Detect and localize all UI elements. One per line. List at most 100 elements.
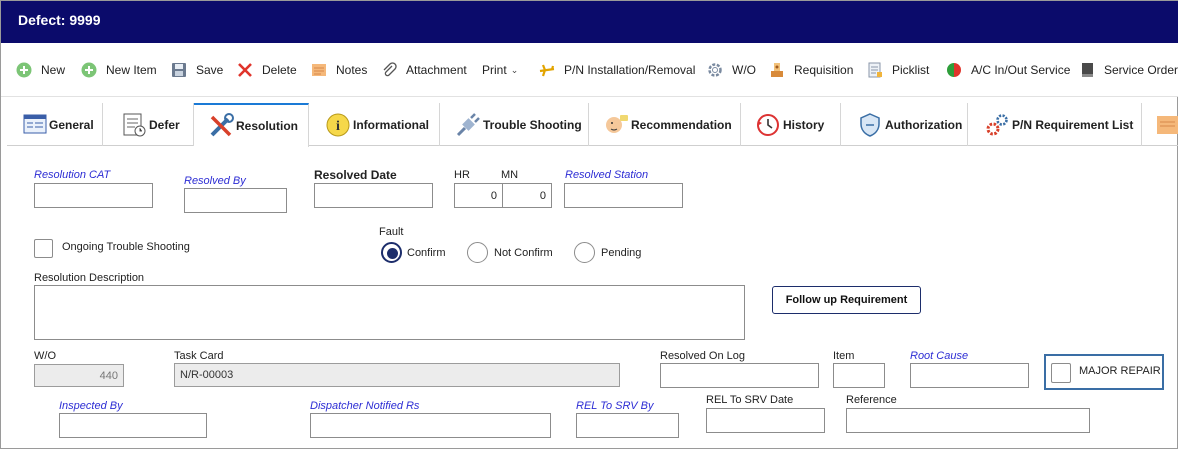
new-item-label: New Item bbox=[106, 63, 157, 77]
gears-icon bbox=[984, 112, 1010, 138]
new-button[interactable]: New bbox=[16, 61, 65, 79]
print-label: Print bbox=[482, 63, 507, 77]
notes-button[interactable]: Notes bbox=[311, 61, 367, 79]
tab-recommendation[interactable]: Recommendation bbox=[589, 103, 741, 146]
pn-installation-label: P/N Installation/Removal bbox=[564, 63, 696, 77]
tab-pn-requirement[interactable]: P/N Requirement List bbox=[968, 103, 1142, 146]
new-item-button[interactable]: New Item bbox=[81, 61, 157, 79]
picklist-icon bbox=[867, 62, 883, 78]
tab-defer[interactable]: Defer bbox=[103, 103, 194, 146]
inspected-by-input[interactable] bbox=[59, 413, 207, 438]
follow-up-requirement-button[interactable]: Follow up Requirement bbox=[772, 286, 921, 314]
plus-circle-icon bbox=[81, 62, 97, 78]
general-form-icon bbox=[23, 112, 47, 138]
picklist-button[interactable]: Picklist bbox=[867, 61, 929, 79]
resolution-cat-label: Resolution CAT bbox=[34, 169, 111, 181]
dispatcher-notified-input[interactable] bbox=[310, 413, 551, 438]
defer-clock-icon bbox=[123, 112, 147, 138]
defect-window: Defect: 9999 New New Item Save Delete No… bbox=[0, 0, 1178, 449]
resolved-date-input[interactable] bbox=[314, 183, 433, 208]
gear-icon bbox=[707, 62, 723, 78]
recommendation-icon bbox=[603, 112, 629, 138]
attachment-button[interactable]: Attachment bbox=[381, 61, 467, 79]
requisition-label: Requisition bbox=[794, 63, 854, 77]
fault-confirm-radio[interactable] bbox=[381, 242, 402, 263]
tab-authorization-label: Authorization bbox=[885, 117, 963, 132]
tab-resolution[interactable]: Resolution bbox=[194, 103, 309, 147]
new-label: New bbox=[41, 63, 66, 77]
tab-history-label: History bbox=[783, 117, 825, 132]
window-title: Defect: 9999 bbox=[1, 1, 1178, 43]
resolution-description-textarea[interactable] bbox=[34, 285, 745, 340]
ac-service-icon bbox=[946, 62, 962, 78]
requisition-button[interactable]: Requisition bbox=[769, 61, 853, 79]
tab-defer-label: Defer bbox=[149, 117, 180, 132]
tab-informational[interactable]: i Informational bbox=[309, 103, 440, 146]
item-input[interactable] bbox=[833, 363, 885, 388]
resolved-on-log-label: Resolved On Log bbox=[660, 350, 745, 362]
mn-input[interactable]: 0 bbox=[502, 183, 552, 208]
item-label: Item bbox=[833, 350, 855, 362]
fault-not-confirm-label: Not Confirm bbox=[494, 247, 553, 259]
tab-authorization[interactable]: Authorization bbox=[841, 103, 968, 146]
pn-installation-button[interactable]: P/N Installation/Removal bbox=[539, 61, 695, 79]
ongoing-trouble-checkbox[interactable] bbox=[34, 239, 53, 258]
ac-inout-button[interactable]: A/C In/Out Service bbox=[946, 61, 1070, 79]
task-card-input: N/R-00003 bbox=[174, 363, 620, 387]
reference-label: Reference bbox=[846, 394, 897, 406]
fault-confirm-label: Confirm bbox=[407, 247, 446, 259]
resolution-cat-input[interactable] bbox=[34, 183, 153, 208]
airplane-icon bbox=[539, 62, 555, 78]
wo-button[interactable]: W/O bbox=[707, 61, 756, 79]
rel-to-srv-date-input[interactable] bbox=[706, 408, 825, 433]
fault-label: Fault bbox=[379, 226, 404, 238]
save-button[interactable]: Save bbox=[171, 61, 223, 79]
rel-to-srv-by-input[interactable] bbox=[576, 413, 679, 438]
wo-field-input: 440 bbox=[34, 364, 124, 387]
chevron-down-icon: ⌄ bbox=[510, 64, 519, 75]
major-repair-checkbox[interactable] bbox=[1051, 363, 1071, 383]
notes-icon bbox=[311, 62, 327, 78]
tab-overflow[interactable] bbox=[1142, 103, 1178, 146]
fault-pending-radio[interactable] bbox=[574, 242, 595, 263]
task-card-label: Task Card bbox=[174, 350, 224, 362]
rel-to-srv-by-label: REL To SRV By bbox=[576, 400, 654, 412]
ac-inout-label: A/C In/Out Service bbox=[971, 63, 1071, 77]
mn-label: MN bbox=[501, 169, 519, 181]
delete-button[interactable]: Delete bbox=[237, 61, 297, 79]
attachment-label: Attachment bbox=[406, 63, 467, 77]
print-dropdown[interactable]: Print ⌄ bbox=[482, 61, 518, 79]
hr-label: HR bbox=[454, 169, 470, 181]
resolved-station-input[interactable] bbox=[564, 183, 683, 208]
requisition-icon bbox=[769, 62, 785, 78]
resolved-station-label: Resolved Station bbox=[565, 169, 649, 181]
resolved-on-log-input[interactable] bbox=[660, 363, 819, 388]
tab-strip: General Defer Resolution i Informational… bbox=[7, 103, 1178, 147]
ongoing-trouble-label: Ongoing Trouble Shooting bbox=[62, 241, 190, 253]
reference-input[interactable] bbox=[846, 408, 1090, 433]
major-repair-label: MAJOR REPAIR bbox=[1079, 365, 1161, 377]
root-cause-input[interactable] bbox=[910, 363, 1029, 388]
resolved-by-input[interactable] bbox=[184, 188, 287, 213]
floppy-disk-icon bbox=[171, 62, 187, 78]
plus-circle-icon bbox=[16, 62, 32, 78]
book-icon bbox=[1079, 62, 1095, 78]
service-order-button[interactable]: Service Order bbox=[1079, 61, 1178, 79]
inspected-by-label: Inspected By bbox=[59, 400, 123, 412]
picklist-label: Picklist bbox=[892, 63, 930, 77]
fault-not-confirm-radio[interactable] bbox=[467, 242, 488, 263]
paperclip-icon bbox=[381, 62, 397, 78]
tab-trouble-shooting[interactable]: Trouble Shooting bbox=[440, 103, 589, 146]
delete-x-icon bbox=[237, 62, 253, 78]
wo-field-label: W/O bbox=[34, 350, 56, 362]
svg-text:i: i bbox=[336, 119, 340, 134]
resolution-description-label: Resolution Description bbox=[34, 272, 145, 284]
resolved-date-label: Resolved Date bbox=[314, 168, 397, 182]
service-order-label: Service Order bbox=[1104, 63, 1178, 77]
tab-general[interactable]: General bbox=[7, 103, 103, 146]
hr-input[interactable]: 0 bbox=[454, 183, 503, 208]
root-cause-label: Root Cause bbox=[910, 350, 969, 362]
info-icon: i bbox=[325, 112, 351, 138]
wo-label: W/O bbox=[732, 63, 756, 77]
tab-history[interactable]: History bbox=[741, 103, 841, 146]
